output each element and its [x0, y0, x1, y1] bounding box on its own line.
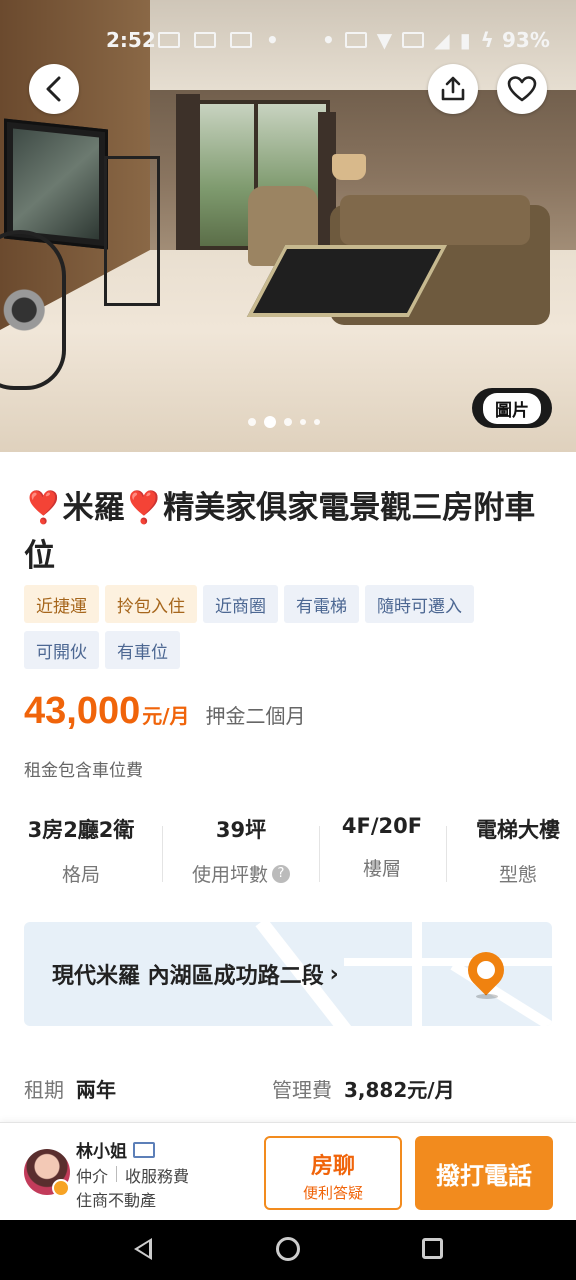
chat-button[interactable]: 房聊 便利答疑: [264, 1136, 402, 1210]
location-map-card[interactable]: 現代米羅 內湖區成功路二段 ›: [24, 922, 552, 1026]
notification-dot-icon: •: [266, 28, 279, 52]
price-row: 43,000 元/月 押金二個月: [24, 690, 306, 733]
management-fee-row: 管理費 3,882元/月: [272, 1074, 455, 1103]
agent-service-fee: 收服務費: [125, 1167, 190, 1186]
spec-label-row: 使用坪數 ?: [184, 860, 298, 887]
calendar-icon: [230, 32, 252, 48]
spec-value: 3房2廳2衛: [27, 818, 135, 842]
battery-percent: 93%: [502, 28, 550, 52]
spec-value: 電梯大樓: [476, 818, 560, 842]
system-nav-bar: [0, 1220, 576, 1280]
agent-badge-icon: [52, 1179, 70, 1197]
feature-tag: 有電梯: [284, 585, 359, 623]
carousel-dot: [248, 418, 256, 426]
feature-tag: 隨時可遷入: [365, 585, 474, 623]
divider: [116, 1166, 118, 1182]
spec-value: 4F/20F: [341, 814, 423, 838]
map-road: [344, 958, 552, 966]
photo-fan: [0, 230, 66, 390]
carousel-dot: [300, 419, 306, 425]
photo-tab-label: 圖片: [483, 392, 541, 424]
carousel-dot-active: [264, 416, 276, 428]
rent-note: 租金包含車位費: [24, 761, 143, 781]
feature-tag: 近商圈: [203, 585, 278, 623]
favorite-button[interactable]: [497, 64, 547, 114]
map-pin-icon: [460, 944, 512, 996]
agent-role-row: 仲介 收服務費: [76, 1163, 189, 1187]
map-road: [412, 922, 422, 1026]
fee-label: 管理費: [272, 1078, 332, 1102]
lease-label: 租期: [24, 1078, 64, 1102]
battery-icon: ▮: [459, 28, 471, 52]
auto-hz-icon: [344, 32, 367, 48]
photo-lamp: [332, 154, 366, 180]
signal-icon: ◢: [434, 28, 450, 52]
photo-tab-button[interactable]: 圖片: [472, 388, 552, 428]
feature-tag: 拎包入住: [105, 585, 197, 623]
contact-bar: 林小姐 仲介 收服務費 住商不動產 房聊 便利答疑 撥打電話: [0, 1122, 576, 1220]
chat-button-title: 房聊: [310, 1154, 355, 1179]
divider: [162, 826, 163, 882]
nav-home-icon[interactable]: [276, 1237, 300, 1261]
chevron-right-icon: ›: [329, 961, 339, 987]
feature-tag: 近捷運: [24, 585, 99, 623]
wifi-icon: ▼: [376, 28, 393, 52]
nav-back-icon[interactable]: [134, 1238, 152, 1260]
app-icon: [194, 32, 216, 48]
spec-type: 電梯大樓 型態: [464, 814, 572, 887]
rent-price: 43,000: [24, 690, 141, 732]
chevron-left-icon: [46, 76, 61, 102]
dot-icon: •: [322, 28, 335, 52]
status-left-icons: •: [158, 28, 279, 52]
spec-layout: 3房2廳2衛 格局: [24, 814, 138, 887]
photo-shelf: [104, 156, 160, 306]
status-right-icons: • ▼ ◢ ▮ ϟ: [322, 28, 494, 52]
gmail-icon: [158, 32, 180, 48]
spec-summary: 3房2廳2衛 格局 39坪 使用坪數 ? 4F/20F 樓層 電梯大樓 型態: [0, 814, 576, 894]
status-time: 2:52: [106, 28, 156, 52]
feature-tag: 有車位: [105, 631, 180, 669]
location-address: 現代米羅 內湖區成功路二段 ›: [52, 958, 339, 990]
carousel-dot: [284, 418, 292, 426]
divider: [446, 826, 447, 882]
spec-label: 格局: [61, 864, 100, 886]
rent-unit: 元/月: [142, 704, 190, 728]
listing-title: ❣️米羅❣️精美家俱家電景觀三房附車位: [24, 490, 536, 574]
address-text: 現代米羅 內湖區成功路二段: [52, 964, 324, 989]
volte-icon: [402, 32, 425, 48]
agent-name-row: 林小姐: [76, 1137, 155, 1162]
agent-name: 林小姐: [76, 1142, 127, 1162]
divider: [319, 826, 320, 882]
chat-button-subtitle: 便利答疑: [302, 1184, 363, 1202]
status-bar: 2:52 • • ▼ ◢ ▮ ϟ 93%: [0, 24, 576, 56]
spec-area[interactable]: 39坪 使用坪數 ?: [184, 814, 298, 887]
spec-label: 使用坪數: [191, 864, 268, 886]
share-icon: [441, 76, 465, 101]
call-button[interactable]: 撥打電話: [415, 1136, 553, 1210]
agent-company: 住商不動產: [76, 1191, 157, 1210]
deposit-text: 押金二個月: [205, 704, 306, 728]
help-icon[interactable]: ?: [272, 864, 290, 883]
id-card-icon: [133, 1141, 155, 1158]
feature-tags: 近捷運 拎包入住 近商圈 有電梯 隨時可遷入 可開伙 有車位: [24, 585, 554, 669]
photo-curtain: [176, 94, 200, 264]
spec-label: 樓層: [362, 858, 401, 880]
back-button[interactable]: [29, 64, 79, 114]
nav-recents-icon[interactable]: [422, 1238, 443, 1259]
spec-value: 39坪: [215, 818, 267, 842]
feature-tag: 可開伙: [24, 631, 99, 669]
share-button[interactable]: [428, 64, 478, 114]
map-pin-shadow: [476, 994, 498, 999]
charging-icon: ϟ: [480, 28, 494, 52]
spec-label: 型態: [498, 864, 537, 886]
agent-role: 仲介: [76, 1167, 109, 1186]
carousel-dot: [314, 419, 320, 425]
heart-icon: [507, 76, 537, 102]
fee-value: 3,882元/月: [344, 1078, 455, 1102]
listing-photo[interactable]: [0, 0, 576, 452]
lease-row: 租期 兩年: [24, 1074, 116, 1103]
lease-value: 兩年: [76, 1078, 116, 1102]
spec-floor: 4F/20F 樓層: [332, 814, 432, 881]
carousel-indicator: [248, 416, 320, 428]
